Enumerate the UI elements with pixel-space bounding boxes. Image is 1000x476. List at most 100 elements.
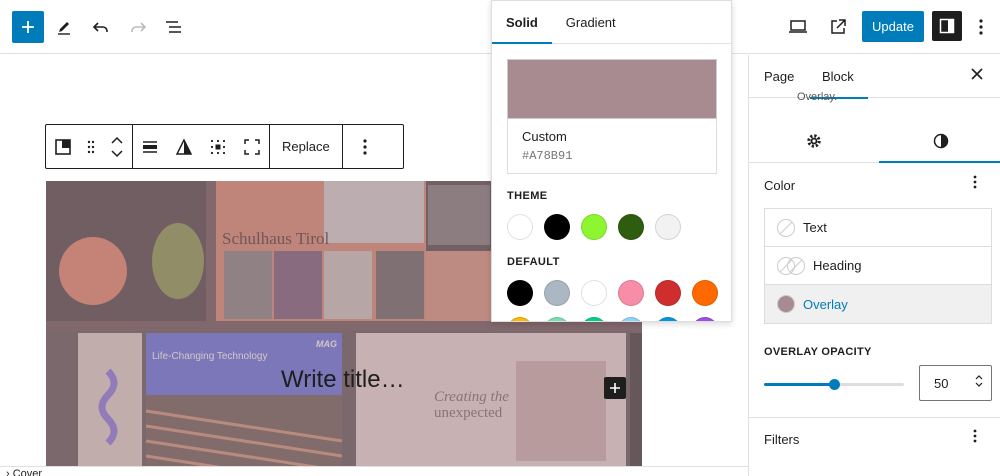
tab-page[interactable]: Page xyxy=(764,55,794,98)
overlay-opacity-label: OVERLAY OPACITY xyxy=(764,346,872,358)
color-item-label: Text xyxy=(803,220,827,235)
color-item-text[interactable]: Text xyxy=(765,209,991,247)
custom-color-label: Custom xyxy=(522,129,567,144)
overlay-opacity-input[interactable]: 50 xyxy=(919,365,992,401)
close-sidebar-button[interactable] xyxy=(971,67,983,85)
undo-button[interactable] xyxy=(85,11,117,43)
more-vertical-icon xyxy=(973,429,977,443)
full-height-button[interactable] xyxy=(235,125,269,168)
tools-button[interactable] xyxy=(48,11,80,43)
chevron-right-icon: › xyxy=(6,468,10,476)
overlay-opacity-slider[interactable] xyxy=(764,379,904,390)
overlay-opacity-value: 50 xyxy=(934,375,949,391)
move-buttons[interactable] xyxy=(102,125,132,168)
theme-color-swatch[interactable] xyxy=(655,214,681,240)
undo-icon xyxy=(92,22,108,32)
theme-color-swatch[interactable] xyxy=(507,214,533,240)
custom-color-box[interactable]: Custom #A78B91 xyxy=(507,119,717,174)
cover-block-icon xyxy=(55,138,71,155)
block-type-button[interactable] xyxy=(46,125,80,168)
default-color-swatch[interactable] xyxy=(618,317,644,321)
default-color-swatch[interactable] xyxy=(544,280,570,306)
default-color-swatch[interactable] xyxy=(655,280,681,306)
chevron-down-icon[interactable] xyxy=(111,149,123,158)
styles-tab[interactable] xyxy=(931,131,951,151)
settings-toggle-button[interactable] xyxy=(932,11,962,41)
options-button[interactable] xyxy=(965,11,997,43)
default-color-swatch[interactable] xyxy=(692,280,718,306)
color-item-heading[interactable]: Heading xyxy=(765,247,991,285)
selected-color-preview[interactable] xyxy=(507,59,717,119)
slider-thumb[interactable] xyxy=(829,379,840,390)
laptop-icon xyxy=(789,20,807,33)
overlay-color-indicator xyxy=(777,295,795,313)
block-inserter-button[interactable] xyxy=(604,377,626,399)
close-icon xyxy=(971,68,983,80)
theme-color-swatch[interactable] xyxy=(544,214,570,240)
redo-button[interactable] xyxy=(122,11,154,43)
filters-section-title: Filters xyxy=(764,432,800,447)
default-palette-row-2 xyxy=(507,317,718,321)
default-color-swatch[interactable] xyxy=(618,280,644,306)
section-divider xyxy=(749,417,1000,418)
drag-handle[interactable] xyxy=(80,125,102,168)
default-palette xyxy=(507,280,718,306)
position-matrix-button[interactable] xyxy=(201,125,235,168)
tab-solid[interactable]: Solid xyxy=(492,1,552,44)
cover-title-placeholder[interactable]: Write title… xyxy=(281,366,405,394)
drag-handle-icon xyxy=(87,140,95,153)
styles-tab-indicator xyxy=(879,161,1000,163)
block-toolbar: Replace xyxy=(45,124,404,169)
external-link-icon xyxy=(831,19,846,34)
color-item-overlay[interactable]: Overlay xyxy=(765,285,991,323)
empty-color-icon xyxy=(787,256,805,275)
color-picker-popover: Solid Gradient Custom #A78B91 THEME DEFA… xyxy=(491,0,732,322)
update-button[interactable]: Update xyxy=(862,11,924,42)
settings-sidebar: Page Block Overlay. Color Text Heading O… xyxy=(748,55,1000,476)
redo-icon xyxy=(131,22,147,32)
more-vertical-icon xyxy=(979,19,983,35)
default-color-swatch[interactable] xyxy=(544,317,570,321)
block-breadcrumb: › Cover xyxy=(0,466,748,476)
more-options-group xyxy=(343,125,387,168)
theme-palette xyxy=(507,214,681,240)
color-item-label: Overlay xyxy=(803,296,848,312)
default-color-swatch[interactable] xyxy=(507,317,533,321)
theme-color-swatch[interactable] xyxy=(618,214,644,240)
spin-arrows-icon xyxy=(975,375,983,387)
view-page-button[interactable] xyxy=(822,11,854,43)
fullscreen-icon xyxy=(244,138,260,155)
filters-options-button[interactable] xyxy=(973,429,977,447)
color-item-label: Heading xyxy=(813,258,862,273)
pencil-icon xyxy=(58,22,70,35)
duotone-button[interactable] xyxy=(167,125,201,168)
default-color-swatch[interactable] xyxy=(581,280,607,306)
content-position-button[interactable] xyxy=(133,125,167,168)
default-color-swatch[interactable] xyxy=(692,317,718,321)
document-overview-button[interactable] xyxy=(158,11,190,43)
empty-color-icon xyxy=(777,218,795,237)
preview-button[interactable] xyxy=(782,11,814,43)
sidebar-tabs: Page Block xyxy=(749,55,1000,99)
slider-fill xyxy=(764,383,834,386)
color-settings-list: Text Heading Overlay xyxy=(764,208,992,324)
add-block-button[interactable] xyxy=(12,11,44,43)
tab-gradient[interactable]: Gradient xyxy=(552,1,630,43)
default-color-swatch[interactable] xyxy=(507,280,533,306)
replace-button[interactable]: Replace xyxy=(270,125,342,168)
default-color-swatch[interactable] xyxy=(581,317,607,321)
theme-palette-label: THEME xyxy=(507,190,548,202)
inspector-tabs xyxy=(749,119,1000,163)
list-view-icon xyxy=(166,21,181,33)
spin-buttons[interactable] xyxy=(975,374,983,390)
block-options-button[interactable] xyxy=(343,125,387,168)
plus-icon xyxy=(22,21,34,33)
color-options-button[interactable] xyxy=(973,175,977,193)
align-icon xyxy=(143,140,157,153)
default-color-swatch[interactable] xyxy=(655,317,681,321)
breadcrumb-cover[interactable]: Cover xyxy=(13,468,42,476)
theme-color-swatch[interactable] xyxy=(581,214,607,240)
settings-tab[interactable] xyxy=(804,131,824,151)
custom-color-hex: #A78B91 xyxy=(522,149,573,163)
chevron-up-icon[interactable] xyxy=(111,136,123,144)
